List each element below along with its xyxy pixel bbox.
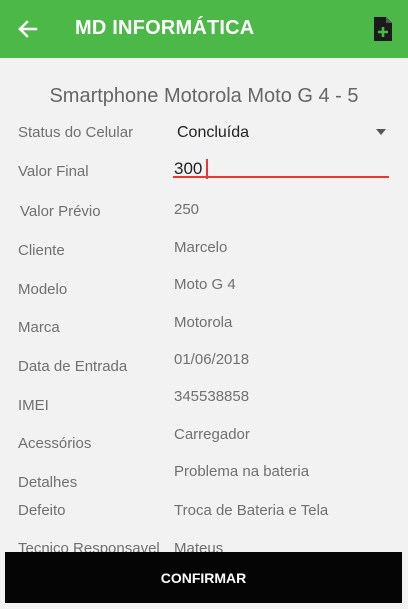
detail-label: Modelo: [18, 281, 68, 298]
detail-label: Defeito: [18, 502, 66, 519]
arrow-left-icon: [18, 20, 38, 38]
detail-value: 345538858: [174, 388, 250, 405]
detail-value: Troca de Bateria e Tela: [174, 502, 329, 519]
detail-value: Motorola: [174, 314, 233, 331]
detail-label: IMEI: [18, 397, 49, 414]
status-label: Status do Celular: [18, 124, 134, 141]
detail-value: 01/06/2018: [174, 351, 250, 368]
detail-value: Mateus: [174, 540, 224, 552]
input-underline: [173, 176, 389, 178]
detail-label: Valor Prévio: [20, 203, 101, 220]
detail-label: Data de Entrada: [18, 358, 128, 375]
final-value-label: Valor Final: [18, 163, 89, 180]
detail-value: Moto G 4: [174, 276, 236, 293]
app-title: MD INFORMÁTICA: [75, 17, 255, 39]
detail-value: Marcelo: [174, 239, 228, 256]
dropdown-arrow-icon: [376, 129, 386, 135]
detail-value: Problema na bateria: [174, 463, 310, 480]
detail-label: Marca: [18, 319, 60, 336]
detail-label: Tecnico Responsavel: [18, 540, 160, 552]
add-document-icon: [374, 17, 392, 41]
detail-value: Carregador: [174, 426, 250, 443]
detail-label: Acessórios: [18, 435, 92, 452]
detail-label: Detalhes: [18, 474, 78, 491]
app-bar: MD INFORMÁTICA: [0, 0, 408, 58]
status-selected-value: Concluída: [177, 124, 250, 141]
detail-value: 250: [174, 201, 200, 218]
confirm-button[interactable]: CONFIRMAR: [5, 552, 402, 603]
back-button[interactable]: [14, 15, 42, 43]
add-document-button[interactable]: [372, 16, 394, 42]
detail-label: Cliente: [18, 242, 65, 259]
product-title: Smartphone Motorola Moto G 4 - 5: [49, 85, 359, 107]
order-details: Smartphone Motorola Moto G 4 - 5 Status …: [0, 58, 408, 552]
